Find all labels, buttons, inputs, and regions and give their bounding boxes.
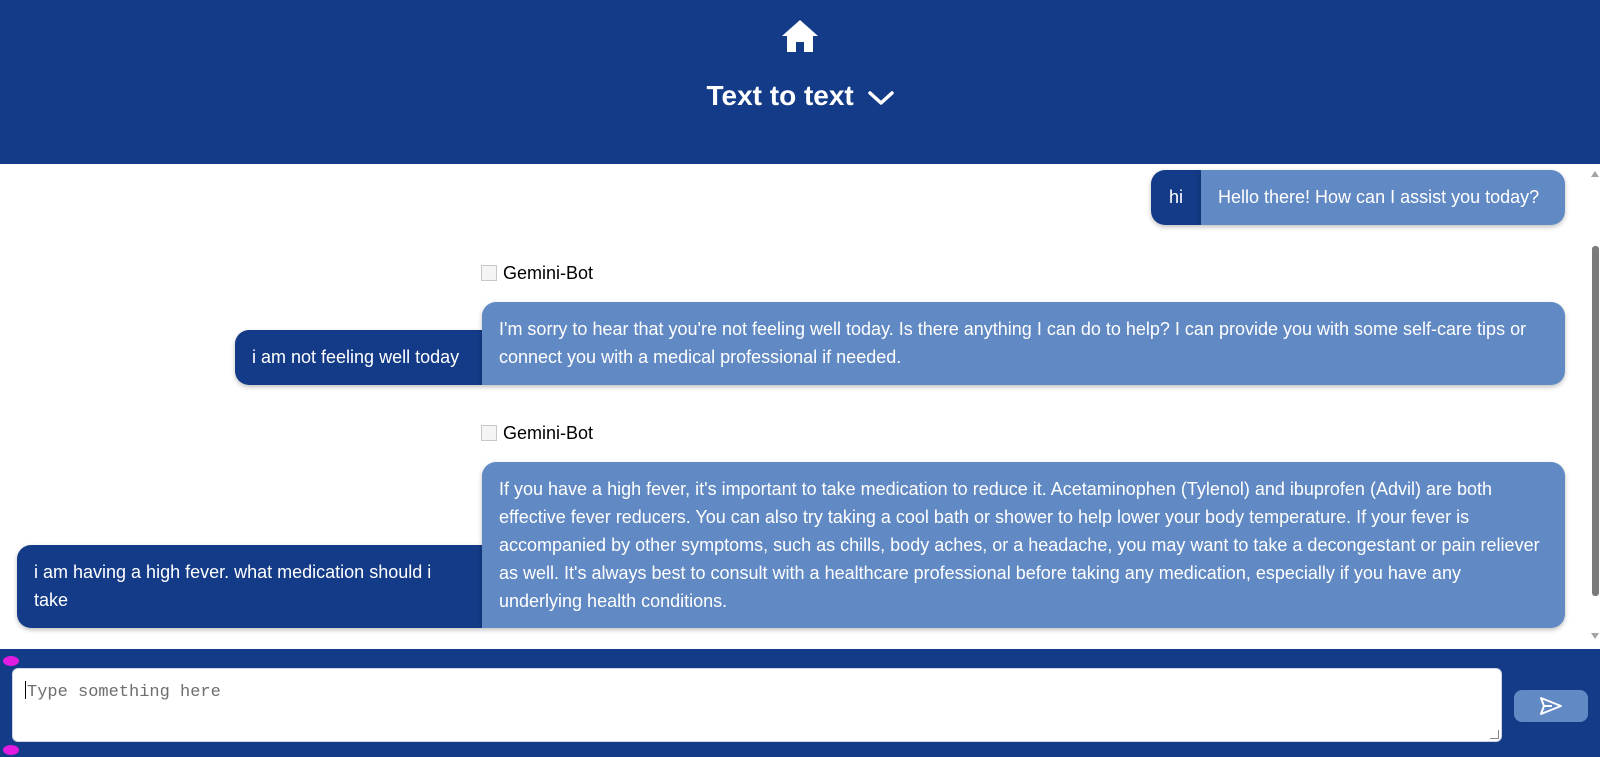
scroll-down-arrow-icon[interactable] [1591, 633, 1599, 639]
input-placeholder: Type something here [27, 683, 221, 702]
bot-label: Gemini-Bot [481, 422, 593, 444]
page-title: Text to text [706, 80, 854, 111]
send-button[interactable] [1514, 690, 1588, 722]
user-message: i am not feeling well today [235, 330, 482, 385]
textarea-resize-grip[interactable] [1490, 730, 1499, 739]
user-message: i am having a high fever. what medicatio… [17, 545, 482, 628]
user-message: hi [1151, 170, 1201, 225]
bot-avatar-icon [481, 425, 497, 441]
scroll-thumb[interactable] [1592, 246, 1599, 596]
home-icon[interactable] [781, 19, 819, 53]
message-input[interactable]: Type something here [12, 668, 1502, 742]
bot-label: Gemini-Bot [481, 262, 593, 284]
bot-message: If you have a high fever, it's important… [482, 462, 1565, 628]
send-icon [1540, 697, 1562, 715]
mode-selector[interactable]: Text to text [0, 76, 1600, 116]
resize-handle-top[interactable] [3, 656, 19, 666]
text-caret [25, 681, 26, 699]
resize-handle-bottom[interactable] [3, 745, 19, 755]
bot-message: I'm sorry to hear that you're not feelin… [482, 302, 1565, 385]
chevron-down-icon[interactable] [867, 90, 894, 106]
scroll-up-arrow-icon[interactable] [1591, 171, 1599, 177]
bot-message: Hello there! How can I assist you today? [1201, 170, 1565, 225]
bot-avatar-icon [481, 265, 497, 281]
app-header: Text to text [0, 0, 1600, 164]
